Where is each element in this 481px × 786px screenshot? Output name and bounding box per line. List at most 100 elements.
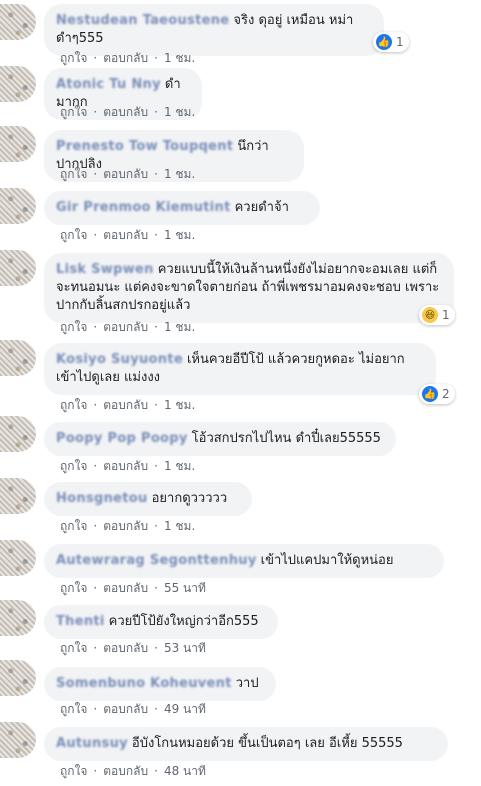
like-button[interactable]: ถูกใจ <box>60 764 87 778</box>
like-button[interactable]: ถูกใจ <box>60 398 87 412</box>
like-button[interactable]: ถูกใจ <box>60 702 87 716</box>
commenter-name[interactable]: Atonic Tu Nny <box>56 76 161 94</box>
commenter-name[interactable]: Autewrarag Segonttenhuy <box>56 552 257 570</box>
comment-text: ควยดำจ้า <box>234 200 289 215</box>
reaction-count[interactable]: 👍 1 <box>373 32 409 52</box>
comment-timestamp[interactable]: 1 ชม. <box>164 105 195 119</box>
comment-timestamp[interactable]: 1 ชม. <box>164 228 195 242</box>
comment-bubble: Somenbuno Koheuvent วาป <box>44 667 276 701</box>
reply-button[interactable]: ตอบกลับ <box>103 320 148 334</box>
separator: · <box>154 581 158 595</box>
separator: · <box>154 641 158 655</box>
comment-timestamp[interactable]: 1 ชม. <box>164 519 195 533</box>
comment-actions: ถูกใจ · ตอบกลับ · 1 ชม. <box>60 396 195 415</box>
reply-button[interactable]: ตอบกลับ <box>103 105 148 119</box>
comment-timestamp[interactable]: 1 ชม. <box>164 459 195 473</box>
reaction-count[interactable]: 👍 2 <box>419 384 455 404</box>
reply-button[interactable]: ตอบกลับ <box>103 641 148 655</box>
reply-button[interactable]: ตอบกลับ <box>103 228 148 242</box>
comment-timestamp[interactable]: 49 นาที <box>164 702 206 716</box>
separator: · <box>154 320 158 334</box>
separator: · <box>154 105 158 119</box>
separator: · <box>154 702 158 716</box>
like-button[interactable]: ถูกใจ <box>60 51 87 65</box>
avatar[interactable] <box>0 540 36 576</box>
like-icon: 👍 <box>376 34 392 50</box>
like-button[interactable]: ถูกใจ <box>60 105 87 119</box>
comment-actions: ถูกใจ · ตอบกลับ · 53 นาที <box>60 639 206 658</box>
like-button[interactable]: ถูกใจ <box>60 641 87 655</box>
reaction-number: 1 <box>396 35 404 49</box>
avatar[interactable] <box>0 722 36 758</box>
avatar[interactable] <box>0 660 36 696</box>
like-button[interactable]: ถูกใจ <box>60 228 87 242</box>
like-button[interactable]: ถูกใจ <box>60 459 87 473</box>
avatar[interactable] <box>0 600 36 636</box>
comment-text: อยากดูววววว <box>151 491 228 506</box>
separator: · <box>93 51 98 65</box>
comment-bubble: Gir Prenmoo Kiemutint ควยดำจ้า <box>44 191 320 225</box>
comment-timestamp[interactable]: 1 ชม. <box>164 167 195 181</box>
reply-button[interactable]: ตอบกลับ <box>103 51 148 65</box>
comment-text: ควยปีโป้ยังใหญ่กว่าอีก555 <box>108 614 259 629</box>
commenter-name[interactable]: Poopy Pop Poopy <box>56 430 188 448</box>
separator: · <box>154 51 158 65</box>
commenter-name[interactable]: Gir Prenmoo Kiemutint <box>56 199 231 217</box>
commenter-name[interactable]: Kosiyo Suyuonte <box>56 351 183 369</box>
like-button[interactable]: ถูกใจ <box>60 167 87 181</box>
comment-timestamp[interactable]: 55 นาที <box>164 581 206 595</box>
separator: · <box>93 105 98 119</box>
comment-timestamp[interactable]: 1 ชม. <box>164 398 195 412</box>
avatar[interactable] <box>0 340 36 376</box>
comment-actions: ถูกใจ · ตอบกลับ · 49 นาที <box>60 700 206 719</box>
reply-button[interactable]: ตอบกลับ <box>103 459 148 473</box>
comment-bubble: Autunsuy อีบังโกนหมอยด้วย ขึ้นเป็นตอๆ เลย… <box>44 727 448 761</box>
separator: · <box>93 320 98 334</box>
commenter-name[interactable]: Autunsuy <box>56 735 128 753</box>
comment-bubble: Autewrarag Segonttenhuy เข้าไปแคปมาให้ดูห… <box>44 544 444 578</box>
reply-button[interactable]: ตอบกลับ <box>103 702 148 716</box>
commenter-name[interactable]: Lisk Swpwen <box>56 261 154 279</box>
commenter-name[interactable]: Somenbuno Koheuvent <box>56 675 232 693</box>
avatar[interactable] <box>0 66 36 102</box>
separator: · <box>154 519 158 533</box>
avatar[interactable] <box>0 416 36 452</box>
avatar[interactable] <box>0 188 36 224</box>
separator: · <box>93 764 98 778</box>
reply-button[interactable]: ตอบกลับ <box>103 764 148 778</box>
reaction-count[interactable]: 😆 1 <box>419 305 455 325</box>
comment-text: โอ้วสกปรกไปไหน ดำปี๋เลย55555 <box>191 431 381 446</box>
comment-actions: ถูกใจ · ตอบกลับ · 1 ชม. <box>60 103 195 122</box>
comment-timestamp[interactable]: 1 ชม. <box>164 51 195 65</box>
separator: · <box>93 459 98 473</box>
commenter-name[interactable]: Prenesto Tow Toupqent <box>56 138 233 156</box>
avatar[interactable] <box>0 4 36 40</box>
like-button[interactable]: ถูกใจ <box>60 519 87 533</box>
commenter-name[interactable]: Nestudean Taeoustene <box>56 12 229 30</box>
reply-button[interactable]: ตอบกลับ <box>103 398 148 412</box>
comment-actions: ถูกใจ · ตอบกลับ · 1 ชม. <box>60 226 195 245</box>
comment-timestamp[interactable]: 53 นาที <box>164 641 206 655</box>
commenter-name[interactable]: Honsgnetou <box>56 490 148 508</box>
haha-icon: 😆 <box>422 307 438 323</box>
avatar[interactable] <box>0 126 36 162</box>
reply-button[interactable]: ตอบกลับ <box>103 519 148 533</box>
reply-button[interactable]: ตอบกลับ <box>103 167 148 181</box>
comment-timestamp[interactable]: 48 นาที <box>164 764 206 778</box>
reply-button[interactable]: ตอบกลับ <box>103 581 148 595</box>
avatar[interactable] <box>0 478 36 514</box>
separator: · <box>93 398 98 412</box>
comment-bubble: Poopy Pop Poopy โอ้วสกปรกไปไหน ดำปี๋เลย55… <box>44 422 396 456</box>
like-button[interactable]: ถูกใจ <box>60 320 87 334</box>
like-icon: 👍 <box>422 386 438 402</box>
comment-actions: ถูกใจ · ตอบกลับ · 1 ชม. <box>60 457 195 476</box>
comment-text: เข้าไปแคปมาให้ดูหน่อย <box>260 553 394 568</box>
comment-timestamp[interactable]: 1 ชม. <box>164 320 195 334</box>
separator: · <box>93 167 98 181</box>
like-button[interactable]: ถูกใจ <box>60 581 87 595</box>
commenter-name[interactable]: Thenti <box>56 613 105 631</box>
comment-actions: ถูกใจ · ตอบกลับ · 48 นาที <box>60 762 206 781</box>
comment-actions: ถูกใจ · ตอบกลับ · 1 ชม. <box>60 318 195 337</box>
avatar[interactable] <box>0 250 36 286</box>
comment-bubble: Honsgnetou อยากดูววววว <box>44 482 252 516</box>
